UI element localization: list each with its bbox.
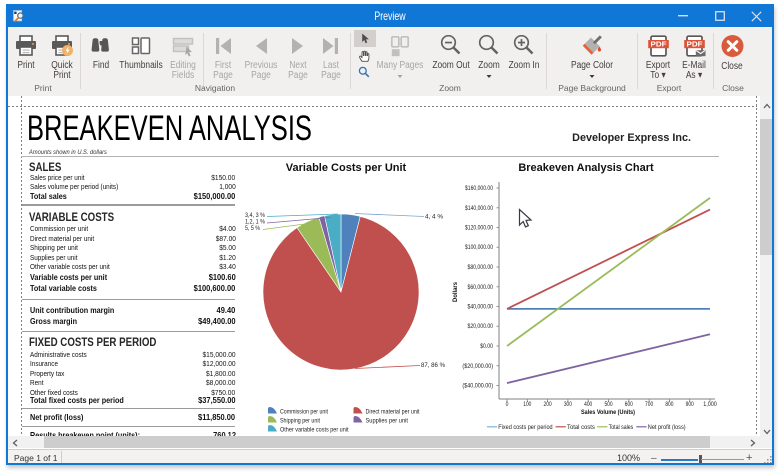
svg-text:$100,000.00: $100,000.00 (465, 245, 494, 251)
svg-text:$120,000.00: $120,000.00 (465, 226, 494, 232)
svg-text:Sales Volume (Units): Sales Volume (Units) (581, 409, 635, 416)
svg-text:$140,000.00: $140,000.00 (465, 206, 494, 212)
svg-text:Dollars: Dollars (452, 282, 459, 302)
svg-text:($20,000.00): ($20,000.00) (462, 364, 493, 370)
svg-text:500: 500 (604, 402, 613, 408)
svg-text:$80,000.00: $80,000.00 (468, 265, 494, 271)
svg-text:0: 0 (506, 402, 509, 408)
svg-text:Direct material per unit: Direct material per unit (366, 408, 420, 415)
svg-text:4, 4 %: 4, 4 % (425, 214, 443, 221)
svg-text:300: 300 (564, 402, 573, 408)
svg-text:Shipping per unit: Shipping per unit (280, 417, 320, 424)
svg-text:Commission per unit: Commission per unit (280, 408, 328, 415)
svg-text:($40,000.00): ($40,000.00) (462, 384, 493, 390)
svg-text:600: 600 (625, 402, 634, 408)
svg-text:Net profit (loss): Net profit (loss) (648, 424, 686, 431)
svg-text:Other variable costs per unit: Other variable costs per unit (280, 426, 349, 433)
svg-text:Supplies per unit: Supplies per unit (366, 417, 409, 424)
svg-text:$60,000.00: $60,000.00 (468, 285, 494, 291)
svg-text:900: 900 (686, 402, 695, 408)
svg-text:$0.00: $0.00 (480, 344, 493, 350)
svg-text:87, 86 %: 87, 86 % (421, 362, 445, 369)
svg-text:PDF: PDF (686, 40, 703, 49)
svg-text:200: 200 (544, 402, 553, 408)
svg-text:1,000: 1,000 (703, 402, 717, 408)
svg-text:$160,000.00: $160,000.00 (465, 186, 494, 192)
svg-text:Fixed costs per period: Fixed costs per period (498, 424, 553, 431)
svg-text:Total costs: Total costs (567, 424, 595, 431)
svg-text:400: 400 (584, 402, 593, 408)
svg-text:100: 100 (523, 402, 532, 408)
svg-text:$40,000.00: $40,000.00 (468, 305, 494, 311)
svg-text:Total sales: Total sales (609, 424, 634, 431)
svg-text:800: 800 (665, 402, 674, 408)
svg-text:$20,000.00: $20,000.00 (468, 324, 494, 330)
svg-text:700: 700 (645, 402, 654, 408)
svg-text:5, 5 %: 5, 5 % (245, 225, 260, 232)
